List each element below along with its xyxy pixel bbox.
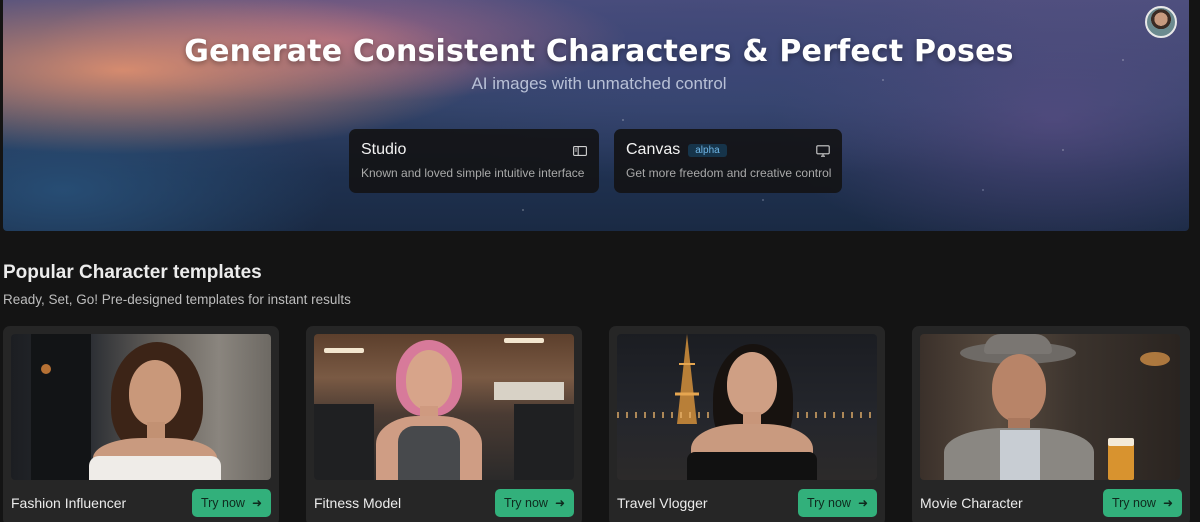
arrow-right-icon: ➜: [857, 496, 868, 510]
template-card-travel-vlogger[interactable]: Travel Vlogger Try now ➜: [609, 326, 885, 522]
arrow-right-icon: ➜: [1162, 496, 1173, 510]
movie-character-image: [920, 334, 1180, 480]
studio-mode-title: Studio: [361, 141, 407, 158]
template-name: Movie Character: [920, 495, 1023, 511]
fitness-model-image: [314, 334, 574, 480]
template-name: Fitness Model: [314, 495, 402, 511]
user-avatar[interactable]: [1145, 6, 1177, 38]
arrow-right-icon: ➜: [554, 496, 565, 510]
template-name: Fashion Influencer: [11, 495, 127, 511]
travel-vlogger-image: [617, 334, 877, 480]
try-now-button[interactable]: Try now ➜: [494, 489, 574, 517]
template-card-fashion-influencer[interactable]: Fashion Influencer Try now ➜: [3, 326, 279, 522]
try-now-button[interactable]: Try now ➜: [1102, 489, 1182, 517]
hero-title: Generate Consistent Characters & Perfect…: [184, 34, 1014, 69]
studio-mode-description: Known and loved simple intuitive interfa…: [361, 166, 585, 180]
template-name: Travel Vlogger: [617, 495, 708, 511]
hero-banner: Generate Consistent Characters & Perfect…: [3, 0, 1189, 231]
templates-section-subtitle: Ready, Set, Go! Pre-designed templates f…: [3, 292, 351, 307]
sidebar-layout-icon: [573, 146, 587, 156]
template-card-fitness-model[interactable]: Fitness Model Try now ➜: [306, 326, 582, 522]
canvas-mode-card[interactable]: Canvas alpha Get more freedom and creati…: [614, 129, 842, 193]
alpha-badge: alpha: [688, 143, 727, 157]
canvas-mode-title: Canvas: [626, 141, 681, 158]
arrow-right-icon: ➜: [251, 496, 262, 510]
fashion-influencer-image: [11, 334, 271, 480]
try-now-button[interactable]: Try now ➜: [797, 489, 877, 517]
canvas-mode-description: Get more freedom and creative control: [626, 166, 832, 180]
templates-section-title: Popular Character templates: [3, 262, 262, 283]
studio-mode-card[interactable]: Studio Known and loved simple intuitive …: [349, 129, 599, 193]
try-now-button[interactable]: Try now ➜: [191, 489, 271, 517]
template-card-movie-character[interactable]: Movie Character Try now ➜: [912, 326, 1190, 522]
canvas-screen-icon: [816, 145, 830, 157]
hero-subtitle: AI images with unmatched control: [471, 74, 727, 93]
